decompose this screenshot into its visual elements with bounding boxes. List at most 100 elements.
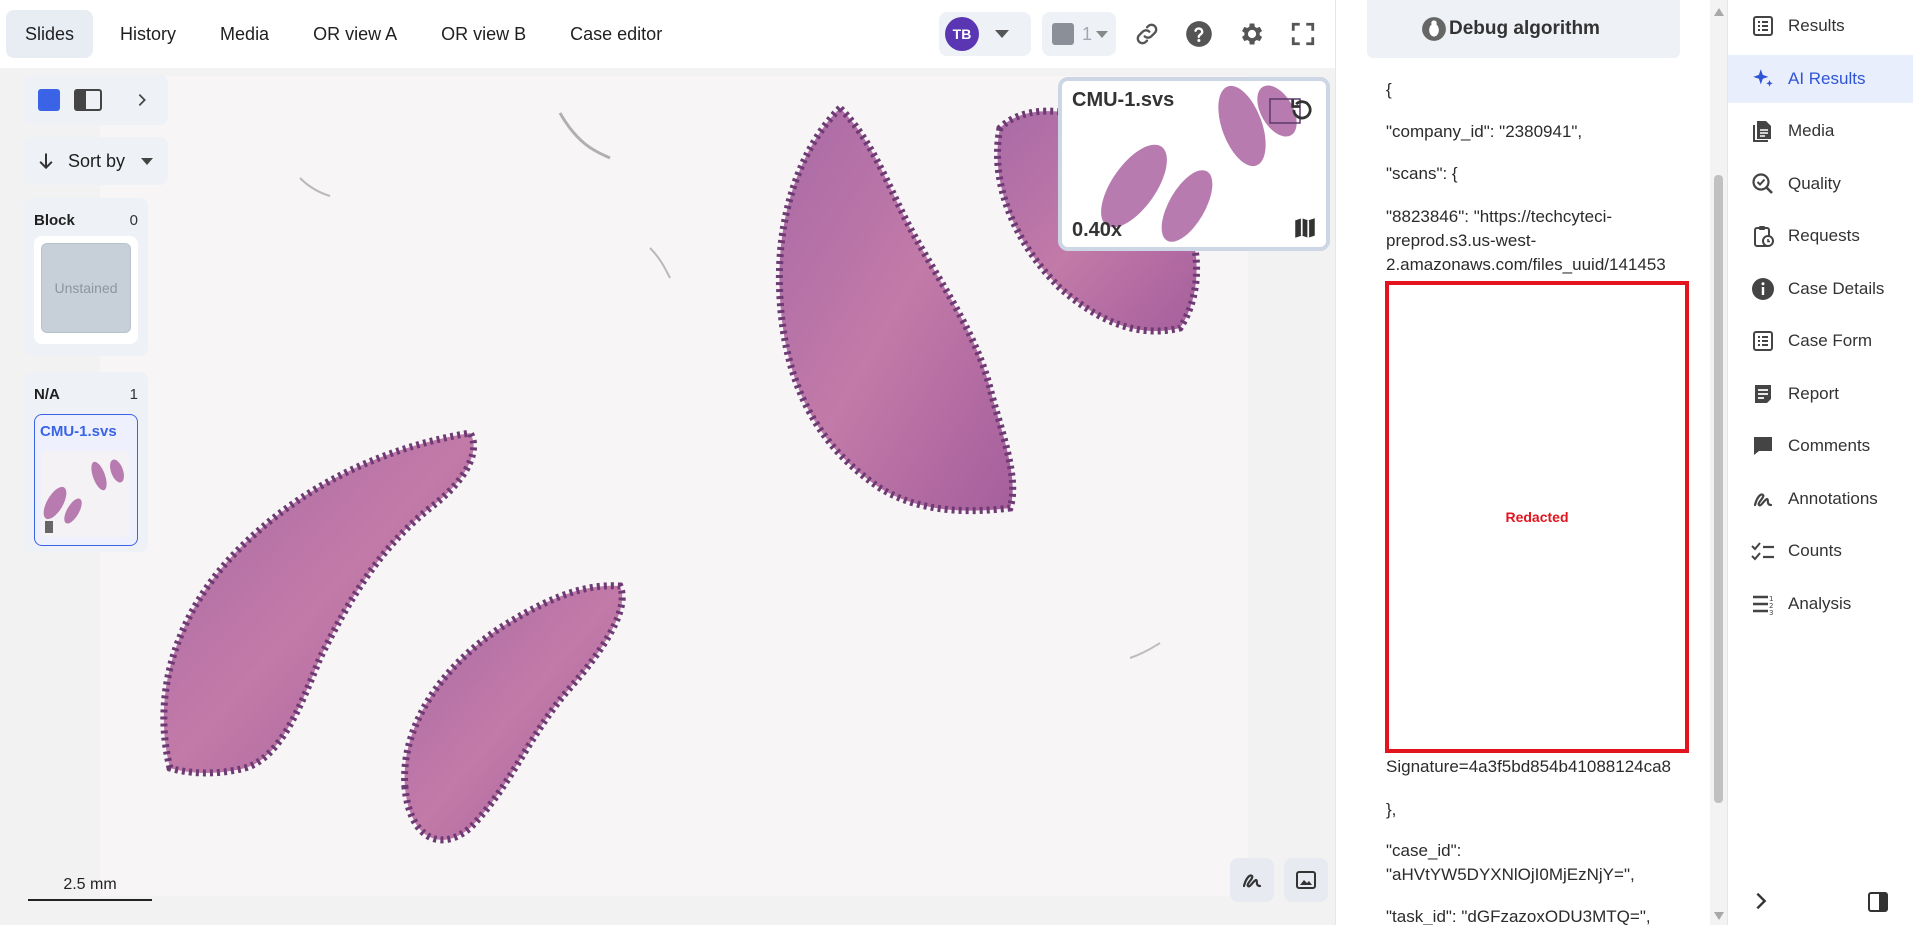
- code-line: preprod.s3.us-west-: [1386, 231, 1537, 250]
- split-view-icon[interactable]: [74, 89, 102, 111]
- code-line: "task_id": "dGFzazoxODU3MTQ=",: [1386, 907, 1651, 925]
- side-nav-label: Case Form: [1788, 331, 1873, 350]
- tab-or-view-b[interactable]: OR view B: [422, 10, 545, 58]
- group-name: N/A: [34, 386, 60, 403]
- chevron-right-icon[interactable]: [134, 92, 150, 108]
- code-line: "scans": {: [1386, 164, 1458, 183]
- side-nav-case-form[interactable]: Case Form: [1728, 317, 1913, 365]
- clipboard-clock-icon: [1750, 223, 1776, 249]
- single-view-icon[interactable]: [38, 89, 60, 111]
- side-nav-quality[interactable]: Quality: [1728, 160, 1913, 208]
- annotate-button[interactable]: [1230, 858, 1274, 902]
- layout-controls: [24, 75, 168, 125]
- avatar: TB: [945, 17, 979, 51]
- bug-icon: [1422, 17, 1446, 41]
- info-icon: [1750, 276, 1776, 302]
- layers-count: 1: [1082, 23, 1093, 44]
- code-line: Signature=4a3f5bd854b41088124ca8: [1386, 757, 1672, 776]
- slide-thumbnail-unstained[interactable]: Unstained: [34, 236, 138, 344]
- side-nav-case-details[interactable]: Case Details: [1728, 265, 1913, 313]
- slide-viewer[interactable]: Sort by Block 0 Unstained N/A 1 CMU-1.sv…: [0, 68, 1335, 925]
- side-nav-requests[interactable]: Requests: [1728, 212, 1913, 260]
- rotate-icon[interactable]: [1288, 96, 1316, 124]
- side-nav-label: Requests: [1788, 226, 1860, 245]
- app-root: Slides History Media OR view A OR view B…: [0, 0, 1913, 925]
- redacted-label: Redacted: [1505, 509, 1569, 525]
- user-menu-button[interactable]: TB: [939, 12, 1031, 56]
- help-icon[interactable]: [1183, 18, 1215, 50]
- tab-history[interactable]: History: [101, 10, 195, 58]
- comment-icon: [1750, 433, 1776, 459]
- report-icon: [1750, 381, 1776, 407]
- side-nav-label: Results: [1788, 16, 1845, 35]
- unstained-label: Unstained: [41, 243, 131, 333]
- side-nav-counts[interactable]: Counts: [1728, 527, 1913, 575]
- minimap[interactable]: CMU-1.svs 0.40x: [1058, 77, 1330, 251]
- side-nav-label: Analysis: [1788, 594, 1852, 613]
- side-nav-label: Annotations: [1788, 489, 1878, 508]
- quality-check-icon: [1750, 171, 1776, 197]
- tab-slides[interactable]: Slides: [6, 10, 94, 58]
- side-nav-label: Media: [1788, 121, 1835, 140]
- gear-icon[interactable]: [1235, 18, 1267, 50]
- debug-header[interactable]: Debug algorithm: [1367, 0, 1680, 58]
- slide-thumbnail-cmu-1[interactable]: CMU-1.svs: [34, 414, 138, 546]
- code-line: "aHVtYW5DYXNlOjI0MjEzNjY=",: [1386, 865, 1635, 884]
- debug-title: Debug algorithm: [1449, 18, 1600, 39]
- map-icon[interactable]: [1292, 215, 1318, 241]
- scroll-down-icon[interactable]: [1714, 912, 1724, 920]
- layers-dropdown[interactable]: 1: [1042, 12, 1116, 56]
- slide-preview-image: [41, 451, 129, 537]
- scrollbar-thumb[interactable]: [1714, 175, 1723, 803]
- code-line: "case_id":: [1386, 841, 1462, 860]
- side-nav-comments[interactable]: Comments: [1728, 422, 1913, 470]
- slide-group-block: Block 0 Unstained: [24, 198, 148, 356]
- tab-media[interactable]: Media: [201, 10, 288, 58]
- side-nav-report[interactable]: Report: [1728, 370, 1913, 418]
- group-name: Block: [34, 212, 75, 229]
- sort-label: Sort by: [68, 150, 126, 171]
- chevron-down-icon: [141, 157, 154, 165]
- link-icon[interactable]: [1131, 18, 1163, 50]
- side-nav-label: Comments: [1788, 436, 1871, 455]
- checklist-icon: [1750, 538, 1776, 564]
- scroll-up-icon[interactable]: [1714, 8, 1724, 16]
- code-line: "company_id": "2380941",: [1386, 122, 1583, 141]
- slide-label: CMU-1.svs: [40, 423, 117, 440]
- redacted-block: Redacted: [1385, 281, 1689, 753]
- side-nav-label: Counts: [1788, 541, 1842, 560]
- sparkles-icon: [1750, 66, 1776, 92]
- chevron-right-icon[interactable]: [1750, 890, 1772, 912]
- side-nav-media[interactable]: Media: [1728, 107, 1913, 155]
- fullscreen-icon[interactable]: [1287, 18, 1319, 50]
- side-nav-annotations[interactable]: Annotations: [1728, 475, 1913, 523]
- side-nav: Results AI Results Media Quality Request…: [1727, 0, 1913, 925]
- svg-text:3: 3: [1769, 609, 1773, 616]
- sort-dropdown[interactable]: Sort by: [24, 137, 168, 185]
- image-snapshot-button[interactable]: [1284, 858, 1328, 902]
- results-list-icon: [1750, 13, 1776, 39]
- media-files-icon: [1750, 118, 1776, 144]
- annotation-squiggle-icon: [1242, 874, 1262, 888]
- code-line: "8823846": "https://techcyteci-: [1386, 207, 1613, 226]
- image-icon: [1296, 871, 1316, 889]
- toggle-panel-icon[interactable]: [1866, 890, 1890, 914]
- side-nav-analysis[interactable]: 123 Analysis: [1728, 580, 1913, 628]
- side-nav-label: Report: [1788, 384, 1840, 403]
- chevron-down-icon: [995, 30, 1009, 38]
- group-count: 0: [129, 212, 138, 229]
- group-count: 1: [129, 386, 138, 403]
- slide-group-na: N/A 1 CMU-1.svs: [24, 372, 148, 552]
- side-nav-ai-results[interactable]: AI Results: [1728, 55, 1913, 103]
- form-list-icon: [1750, 328, 1776, 354]
- tab-or-view-a[interactable]: OR view A: [294, 10, 416, 58]
- minimap-slide-name: CMU-1.svs: [1072, 89, 1175, 111]
- side-nav-label: AI Results: [1788, 69, 1866, 88]
- zoom-level: 0.40x: [1072, 219, 1123, 241]
- side-nav-results[interactable]: Results: [1728, 2, 1913, 50]
- tab-case-editor[interactable]: Case editor: [551, 10, 681, 58]
- code-line: {: [1386, 80, 1392, 99]
- chevron-down-icon: [1096, 30, 1109, 38]
- scale-bar: 2.5 mm: [28, 876, 152, 901]
- layer-square-icon: [1052, 23, 1074, 45]
